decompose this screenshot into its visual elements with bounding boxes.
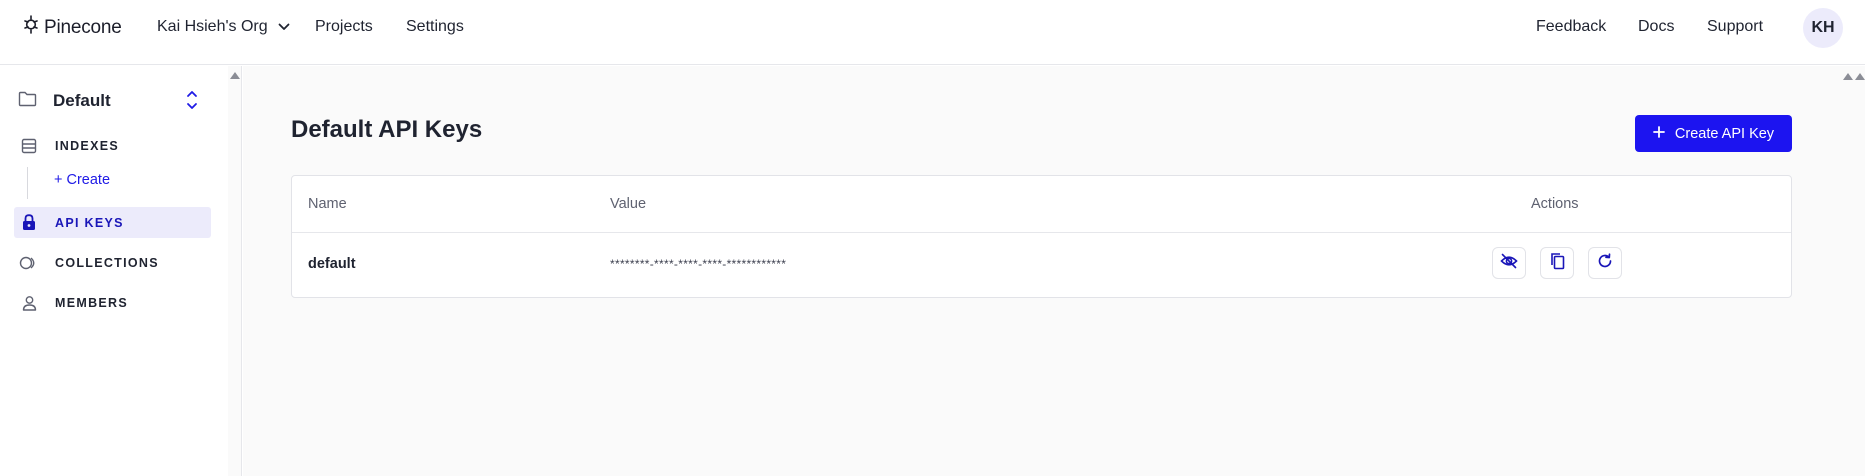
pinecone-logo[interactable]: Pinecone <box>22 15 122 40</box>
tree-line <box>27 167 28 199</box>
create-api-key-button[interactable]: Create API Key <box>1635 115 1792 152</box>
page-scrollbar[interactable] <box>1840 66 1865 476</box>
scroll-up-arrow[interactable] <box>1843 73 1853 80</box>
main-content: Default API Keys Create API Key Name Val… <box>243 66 1840 476</box>
collections-icon <box>18 256 40 270</box>
nav-settings[interactable]: Settings <box>406 18 464 36</box>
chevron-updown-icon[interactable] <box>186 89 198 116</box>
folder-icon <box>18 91 37 112</box>
eye-off-icon <box>1500 253 1518 274</box>
sidebar-item-label: COLLECTIONS <box>55 255 159 270</box>
sidebar-item-api-keys[interactable]: API KEYS <box>14 207 211 238</box>
nav-support[interactable]: Support <box>1707 18 1763 36</box>
create-button-label: Create API Key <box>1674 125 1775 142</box>
toggle-visibility-button[interactable] <box>1492 247 1526 279</box>
project-name: Default <box>53 91 111 110</box>
pinecone-logo-icon <box>22 15 40 40</box>
org-selector[interactable]: Kai Hsieh's Org <box>157 18 290 36</box>
divider <box>292 232 1791 233</box>
indexes-icon <box>18 138 40 154</box>
copy-key-button[interactable] <box>1540 247 1574 279</box>
create-index-link[interactable]: + Create <box>54 172 110 188</box>
nav-docs[interactable]: Docs <box>1638 18 1674 36</box>
member-icon <box>18 295 40 311</box>
column-header-value: Value <box>610 196 647 212</box>
plus-icon <box>1653 125 1665 142</box>
api-key-value: ********-****-****-****-************ <box>610 257 787 271</box>
column-header-actions: Actions <box>1531 196 1579 212</box>
sidebar-scrollbar[interactable] <box>228 66 242 476</box>
sidebar-item-label: MEMBERS <box>55 295 128 310</box>
scroll-up-arrow[interactable] <box>1855 73 1865 80</box>
column-header-name: Name <box>308 196 347 212</box>
lock-icon <box>18 214 40 231</box>
sidebar-item-label: API KEYS <box>55 215 124 230</box>
nav-feedback[interactable]: Feedback <box>1536 18 1606 36</box>
sidebar-item-collections[interactable]: COLLECTIONS <box>14 247 211 278</box>
sidebar: Default INDEXES + Create API KEYS COLLEC… <box>0 66 228 476</box>
user-avatar[interactable]: KH <box>1803 8 1843 48</box>
sidebar-item-members[interactable]: MEMBERS <box>14 287 211 318</box>
api-keys-table: Name Value Actions default ********-****… <box>291 175 1792 298</box>
project-selector[interactable]: Default <box>18 89 206 113</box>
api-key-name: default <box>308 256 356 272</box>
rotate-key-button[interactable] <box>1588 247 1622 279</box>
org-name: Kai Hsieh's Org <box>157 18 268 35</box>
sidebar-item-indexes[interactable]: INDEXES <box>14 130 211 161</box>
copy-icon <box>1550 252 1565 275</box>
top-navbar: Pinecone Kai Hsieh's Org Projects Settin… <box>0 0 1865 65</box>
chevron-down-icon <box>278 18 290 36</box>
nav-projects[interactable]: Projects <box>315 18 373 36</box>
sidebar-item-label: INDEXES <box>55 138 119 153</box>
scroll-up-arrow[interactable] <box>230 72 240 79</box>
page-title: Default API Keys <box>291 116 483 143</box>
logo-text: Pinecone <box>44 16 122 38</box>
refresh-icon <box>1597 252 1613 274</box>
